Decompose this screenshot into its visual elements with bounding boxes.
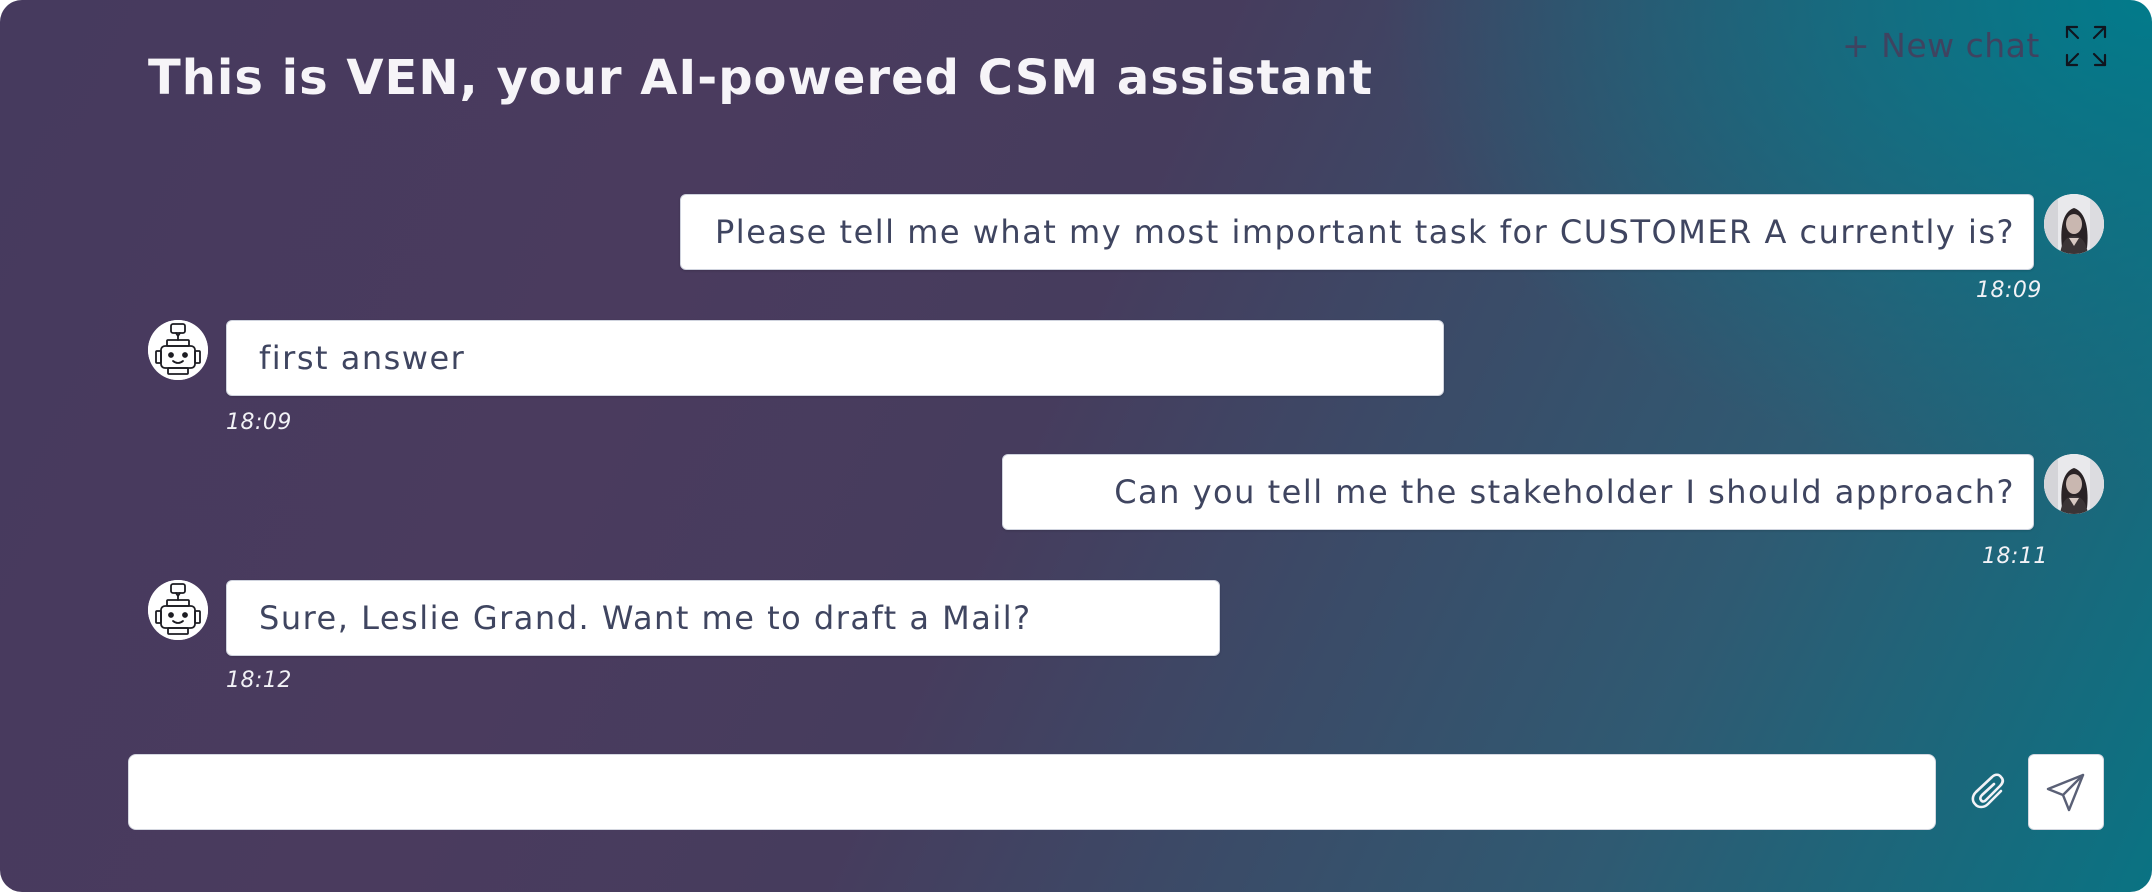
message-text: Please tell me what my most important ta…: [715, 213, 2015, 251]
paperclip-icon[interactable]: [1968, 770, 2014, 816]
bot-avatar: [148, 320, 208, 380]
user-message-bubble: Can you tell me the stakeholder I should…: [1002, 454, 2034, 530]
user-avatar: [2044, 454, 2104, 514]
user-message-bubble: Please tell me what my most important ta…: [680, 194, 2034, 270]
new-chat-button[interactable]: + New chat: [1842, 26, 2040, 65]
message-text: Can you tell me the stakeholder I should…: [1114, 473, 2015, 511]
bot-avatar: [148, 580, 208, 640]
bot-message-bubble: Sure, Leslie Grand. Want me to draft a M…: [226, 580, 1220, 656]
bot-message-bubble: first answer: [226, 320, 1444, 396]
message-input[interactable]: [128, 754, 1936, 830]
message-text: first answer: [259, 339, 466, 377]
message-timestamp: 18:11: [1982, 544, 2048, 569]
user-avatar: [2044, 194, 2104, 254]
chat-panel: This is VEN, your AI-powered CSM assista…: [0, 0, 2152, 892]
send-button[interactable]: [2028, 754, 2104, 830]
send-icon: [2046, 773, 2085, 812]
page-title: This is VEN, your AI-powered CSM assista…: [148, 50, 1373, 106]
expand-icon[interactable]: [2064, 24, 2108, 68]
message-timestamp: 18:09: [226, 410, 292, 435]
message-timestamp: 18:12: [226, 668, 292, 693]
message-timestamp: 18:09: [1976, 278, 2042, 303]
message-text: Sure, Leslie Grand. Want me to draft a M…: [259, 599, 1032, 637]
